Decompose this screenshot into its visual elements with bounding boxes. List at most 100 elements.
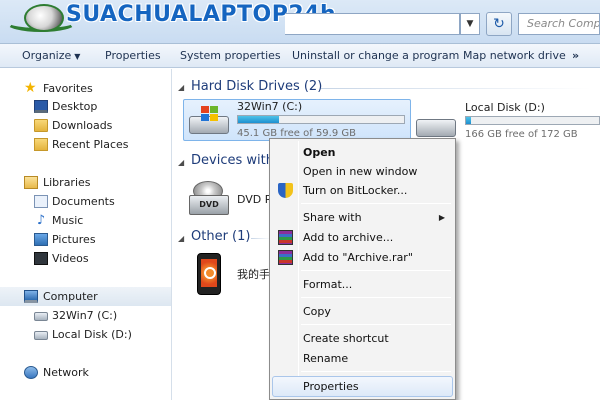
dvd-badge: DVD [189, 195, 229, 215]
address-dropdown-button[interactable]: ▼ [460, 13, 480, 35]
menu-separator [301, 324, 451, 325]
menu-create-shortcut[interactable]: Create shortcut [272, 329, 453, 348]
nav-pictures-label: Pictures [52, 233, 96, 246]
group-divider [321, 88, 591, 89]
menu-add-to-archive-label: Add to archive... [303, 231, 394, 244]
nav-downloads[interactable]: Downloads [0, 116, 171, 135]
drive-d-icon[interactable] [416, 109, 458, 139]
collapse-triangle-icon[interactable]: ◢ [178, 83, 184, 92]
nav-music[interactable]: ♪ Music [0, 211, 171, 230]
system-properties-button[interactable]: System properties [180, 49, 281, 62]
map-network-drive-button[interactable]: Map network drive [463, 49, 566, 62]
nav-recent-places-label: Recent Places [52, 138, 129, 151]
other-group-header[interactable]: Other (1) [191, 229, 250, 244]
phone-device-icon[interactable] [197, 253, 221, 295]
drive-d-usage-bar [465, 116, 600, 125]
logo-disc-icon [24, 4, 64, 32]
menu-open-new-window[interactable]: Open in new window [272, 162, 453, 181]
properties-button[interactable]: Properties [105, 49, 161, 62]
drive-c-name: 32Win7 (C:) [237, 100, 303, 113]
menu-add-to-rar-label: Add to "Archive.rar" [303, 251, 413, 264]
nav-computer-label: Computer [43, 290, 98, 303]
nav-drive-d[interactable]: Local Disk (D:) [0, 325, 171, 344]
nav-libraries[interactable]: Libraries [0, 173, 171, 192]
menu-separator [301, 371, 451, 372]
nav-favorites[interactable]: ★ Favorites [0, 79, 171, 98]
recent-places-icon [34, 138, 48, 151]
toolbar-overflow-button[interactable]: » [572, 49, 579, 62]
videos-icon [34, 252, 48, 265]
computer-icon [24, 290, 38, 303]
uac-shield-icon [278, 183, 293, 198]
nav-videos[interactable]: Videos [0, 249, 171, 268]
menu-rename-label: Rename [303, 352, 349, 365]
organize-label: Organize [22, 49, 72, 62]
address-field[interactable] [285, 13, 460, 35]
nav-videos-label: Videos [52, 252, 89, 265]
windows-drive-icon [189, 106, 231, 136]
drive-body [416, 119, 456, 137]
menu-share-with-label: Share with [303, 211, 362, 224]
collapse-triangle-icon[interactable]: ◢ [178, 158, 184, 167]
search-input[interactable]: Search Computer [518, 13, 600, 35]
nav-computer[interactable]: Computer [0, 287, 171, 306]
menu-create-shortcut-label: Create shortcut [303, 332, 389, 345]
menu-open-label: Open [303, 146, 336, 159]
refresh-button[interactable]: ↻ [486, 12, 512, 36]
hard-disk-drives-header[interactable]: Hard Disk Drives (2) [191, 79, 322, 94]
menu-open[interactable]: Open [272, 143, 453, 162]
drive-c-usage-fill [238, 116, 279, 123]
menu-rename[interactable]: Rename [272, 349, 453, 368]
network-icon [24, 366, 38, 379]
drive-d-free-space: 166 GB free of 172 GB [465, 129, 578, 140]
drive-icon [34, 331, 48, 340]
menu-properties-label: Properties [303, 380, 359, 393]
downloads-folder-icon [34, 119, 48, 132]
nav-music-label: Music [52, 214, 84, 227]
nav-drive-d-label: Local Disk (D:) [52, 328, 132, 341]
nav-network[interactable]: Network [0, 363, 171, 382]
menu-format[interactable]: Format... [272, 275, 453, 294]
drive-d-usage-fill [466, 117, 471, 124]
star-icon: ★ [24, 80, 37, 96]
menu-add-to-rar[interactable]: Add to "Archive.rar" [272, 248, 453, 267]
menu-share-with[interactable]: Share with ▶ [272, 208, 453, 227]
drive-d-name[interactable]: Local Disk (D:) [465, 101, 545, 114]
collapse-triangle-icon[interactable]: ◢ [178, 234, 184, 243]
navigation-pane: ★ Favorites Desktop Downloads Recent Pla… [0, 69, 172, 400]
menu-separator [301, 270, 451, 271]
nav-desktop[interactable]: Desktop [0, 97, 171, 116]
dvd-drive-icon[interactable]: DVD [189, 181, 233, 217]
nav-drive-c[interactable]: 32Win7 (C:) [0, 306, 171, 325]
winrar-icon [278, 230, 293, 245]
menu-bitlocker[interactable]: Turn on BitLocker... [272, 181, 453, 200]
address-bar-area: SUACHUALAPTOP24h ▼ ↻ Search Computer [0, 0, 600, 44]
nav-documents[interactable]: Documents [0, 192, 171, 211]
uninstall-program-button[interactable]: Uninstall or change a program [292, 49, 459, 62]
logo-green [210, 106, 218, 113]
menu-separator [301, 297, 451, 298]
group-divider [251, 238, 271, 239]
menu-copy-label: Copy [303, 305, 331, 318]
nav-recent-places[interactable]: Recent Places [0, 135, 171, 154]
nav-network-label: Network [43, 366, 89, 379]
menu-properties[interactable]: Properties [272, 376, 453, 397]
menu-format-label: Format... [303, 278, 353, 291]
logo-yellow [210, 114, 218, 121]
menu-add-to-archive[interactable]: Add to archive... [272, 228, 453, 247]
winrar-icon [278, 250, 293, 265]
command-bar: Organize ▼ Properties System properties U… [0, 44, 600, 68]
refresh-icon: ↻ [493, 16, 505, 32]
nav-desktop-label: Desktop [52, 100, 98, 113]
nav-drive-c-label: 32Win7 (C:) [52, 309, 118, 322]
organize-button[interactable]: Organize ▼ [22, 49, 80, 62]
menu-copy[interactable]: Copy [272, 302, 453, 321]
phone-app-icon [201, 259, 217, 287]
chevron-down-icon: ▼ [74, 52, 81, 61]
device-name[interactable]: 我的手 [237, 266, 270, 282]
removable-storage-header[interactable]: Devices with [191, 153, 274, 168]
windows-logo-icon [201, 106, 219, 122]
drive-c-usage-bar [237, 115, 405, 124]
logo-blue [201, 114, 209, 121]
nav-pictures[interactable]: Pictures [0, 230, 171, 249]
